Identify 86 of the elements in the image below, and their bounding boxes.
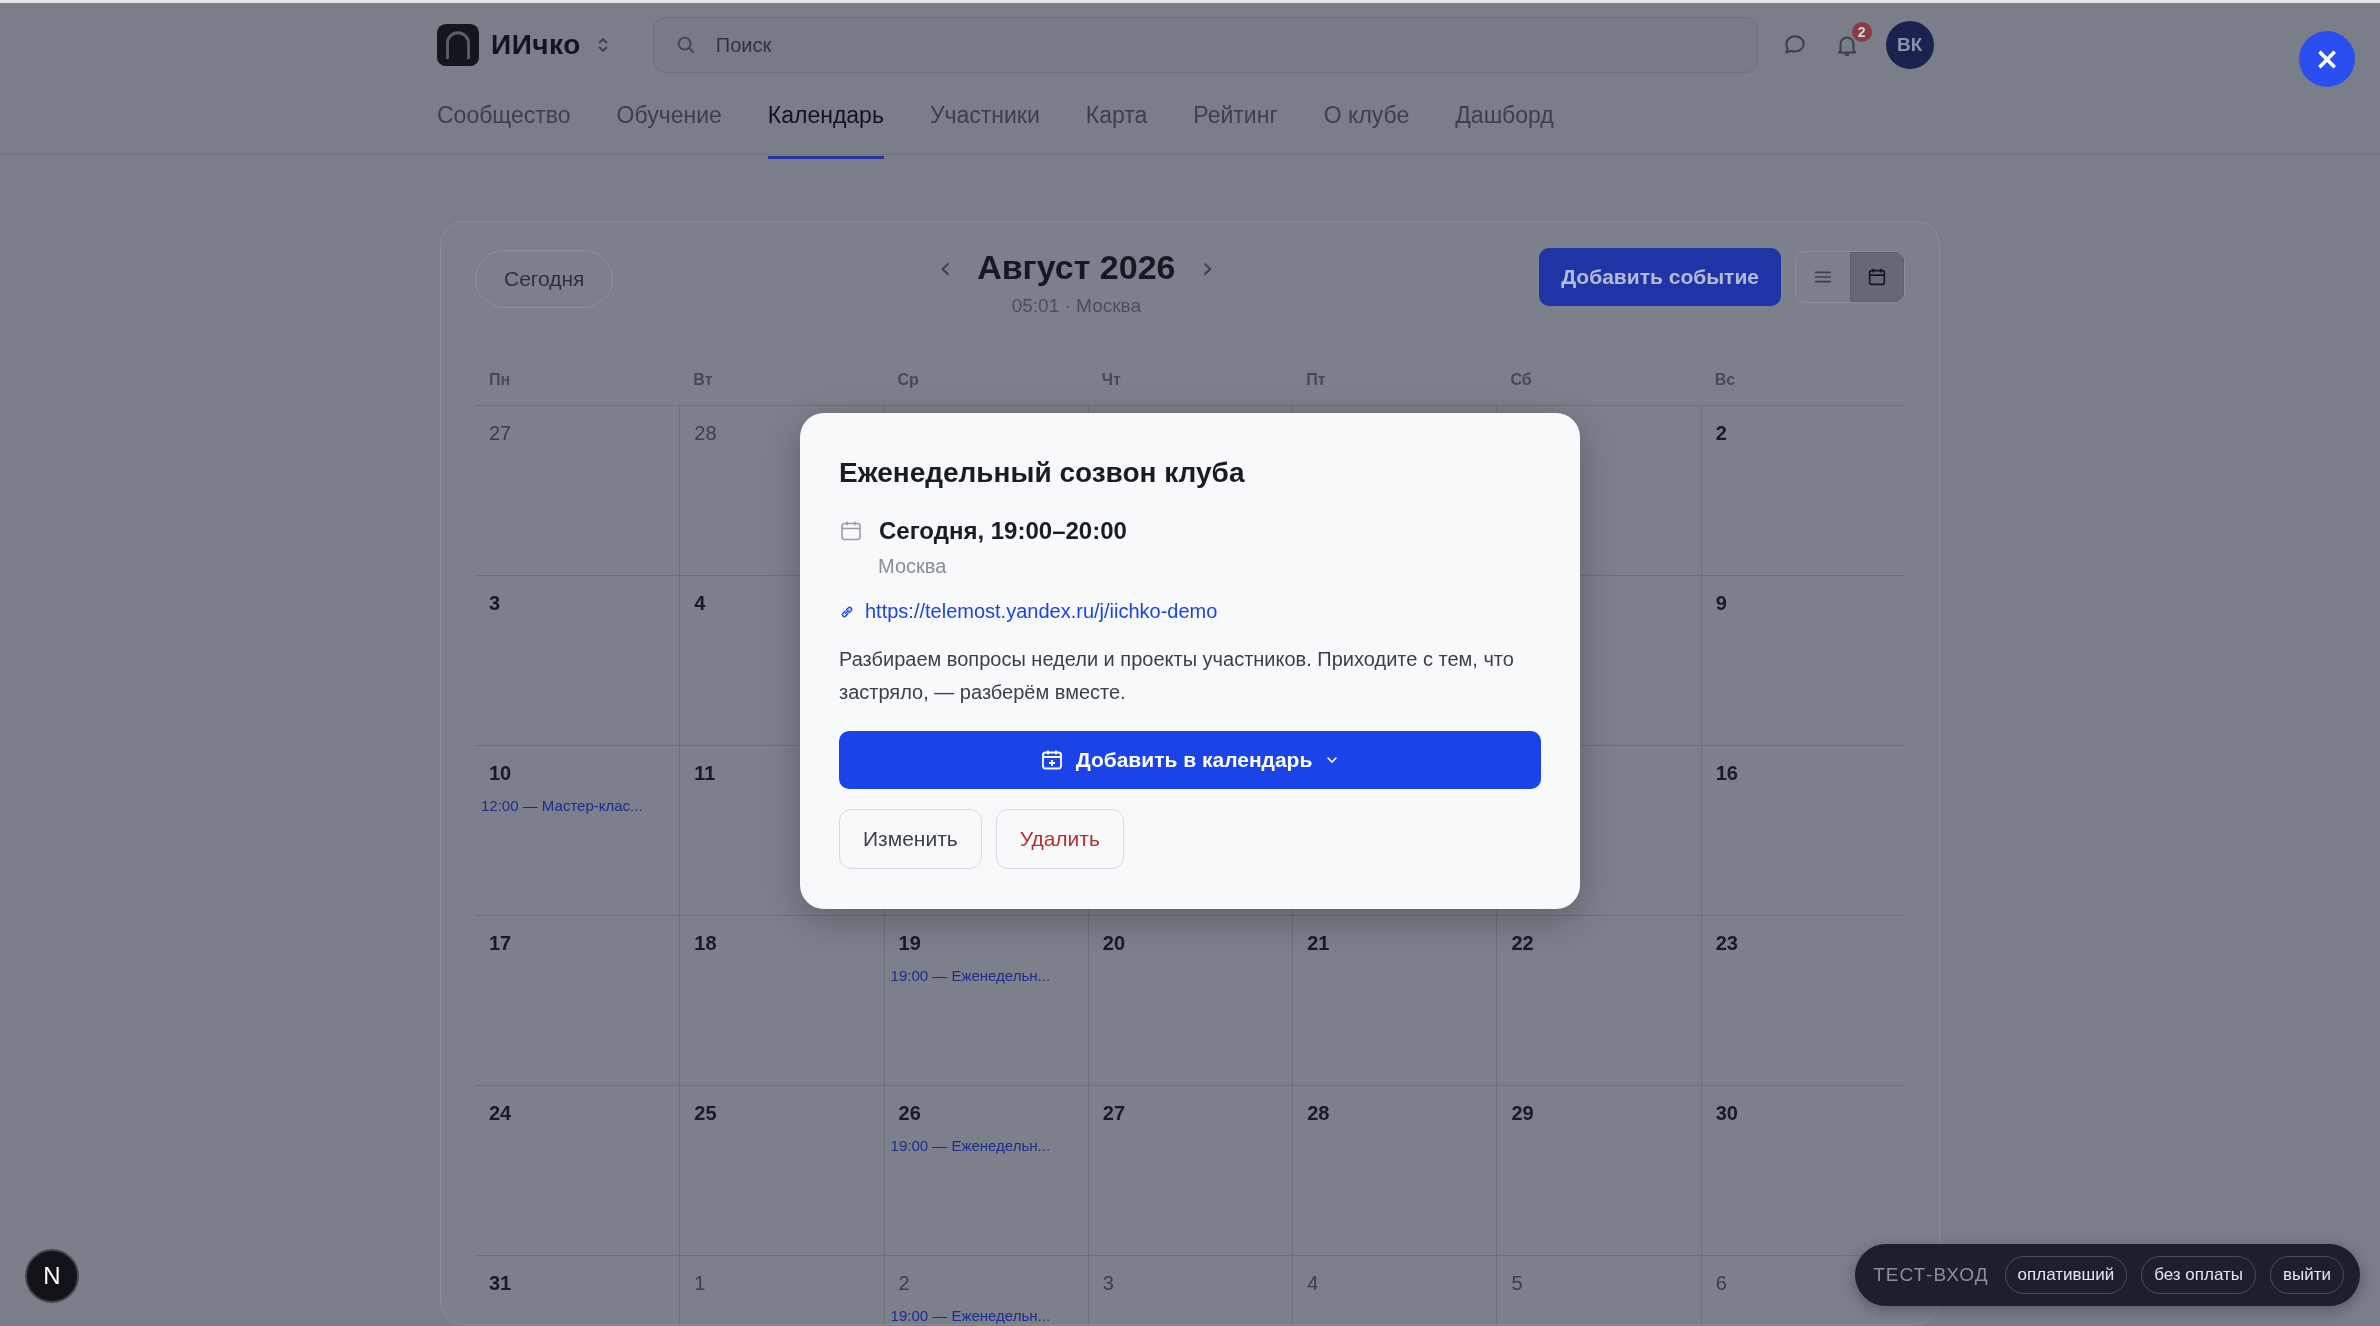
- day-number: 10: [489, 762, 512, 785]
- day-cell[interactable]: 3: [1087, 1256, 1293, 1324]
- day-cell[interactable]: 4: [1292, 1256, 1497, 1324]
- day-number: 25: [694, 1102, 717, 1125]
- day-cell[interactable]: 31: [475, 1256, 680, 1324]
- day-number: 28: [694, 422, 717, 445]
- logo-icon: [437, 24, 479, 66]
- delete-button[interactable]: Удалить: [995, 809, 1124, 869]
- day-number: 9: [1715, 592, 1727, 615]
- edit-button[interactable]: Изменить: [839, 809, 982, 869]
- day-cell[interactable]: 20: [1087, 916, 1293, 1086]
- day-number: 19: [898, 932, 921, 955]
- event-entry[interactable]: 12:00 — Мастер-клас...: [481, 797, 643, 814]
- day-cell[interactable]: 29: [1496, 1086, 1701, 1256]
- test-login-label: ТЕСТ-ВХОД: [1873, 1264, 1989, 1286]
- day-number: 4: [694, 592, 706, 615]
- search-field[interactable]: Поиск: [652, 17, 1758, 73]
- user-avatar[interactable]: ВК: [1885, 21, 1934, 69]
- nav-tab[interactable]: Календарь: [767, 91, 884, 159]
- event-entry[interactable]: 19:00 — Еженедельн...: [890, 1137, 1051, 1154]
- day-cell[interactable]: 16: [1700, 746, 1905, 916]
- day-cell[interactable]: 22: [1496, 916, 1701, 1086]
- day-number: 17: [489, 932, 512, 955]
- month-title: Август 2026: [977, 248, 1176, 287]
- dev-tools-button[interactable]: N: [25, 1249, 79, 1303]
- nav-tab[interactable]: Обучение: [616, 91, 722, 159]
- nav-tab[interactable]: Рейтинг: [1193, 91, 1278, 159]
- day-cell[interactable]: 3: [475, 576, 680, 746]
- previous-month-button[interactable]: ‹: [935, 250, 956, 285]
- day-number: 2: [898, 1272, 910, 1295]
- day-number: 23: [1715, 932, 1738, 955]
- day-cell[interactable]: 27: [475, 406, 680, 576]
- calendar-icon: [1866, 266, 1888, 288]
- day-number: 6: [1715, 1272, 1727, 1295]
- app-name[interactable]: ИИчко: [491, 29, 581, 61]
- day-number: 20: [1102, 932, 1126, 955]
- day-number: 29: [1511, 1102, 1534, 1125]
- month-view-button[interactable]: [1850, 252, 1904, 302]
- day-cell[interactable]: 10 12:00 — Мастер-клас...: [475, 746, 680, 916]
- day-number: 22: [1511, 932, 1534, 955]
- event-entry[interactable]: 19:00 — Еженедельн...: [890, 1307, 1051, 1324]
- calendar-icon: [839, 519, 863, 543]
- day-number: 3: [1102, 1272, 1114, 1295]
- day-number: 3: [489, 592, 501, 615]
- day-number: 16: [1715, 762, 1738, 785]
- calendar-plus-icon: [1039, 748, 1064, 772]
- day-cell[interactable]: 21: [1292, 916, 1497, 1086]
- event-entry[interactable]: 19:00 — Еженедельн...: [890, 967, 1051, 984]
- add-event-button[interactable]: Добавить событие: [1539, 248, 1781, 306]
- day-number: 24: [489, 1102, 512, 1125]
- close-button[interactable]: ×: [2299, 31, 2355, 87]
- nav-tab[interactable]: Сообщество: [437, 91, 571, 159]
- day-number: 5: [1511, 1272, 1523, 1295]
- day-number: 28: [1307, 1102, 1330, 1125]
- day-cell[interactable]: 19 19:00 — Еженедельн...: [883, 916, 1088, 1086]
- day-number: 27: [1102, 1102, 1126, 1125]
- next-month-button[interactable]: ›: [1197, 250, 1218, 285]
- day-number: 27: [489, 422, 512, 445]
- day-cell[interactable]: 23: [1700, 916, 1905, 1086]
- day-cell[interactable]: 26 19:00 — Еженедельн...: [883, 1086, 1088, 1256]
- nav-tab[interactable]: О клубе: [1323, 91, 1410, 159]
- day-number: 18: [694, 932, 717, 955]
- day-cell[interactable]: 2 19:00 — Еженедельн...: [883, 1256, 1088, 1324]
- nav-tab[interactable]: Дашборд: [1455, 91, 1554, 159]
- day-number: 4: [1307, 1272, 1319, 1295]
- day-number: 26: [898, 1102, 921, 1125]
- add-to-calendar-button[interactable]: Добавить в календарь: [839, 731, 1541, 789]
- day-cell[interactable]: 2: [1700, 406, 1905, 576]
- day-cell[interactable]: 1: [679, 1256, 884, 1324]
- day-cell[interactable]: 28: [1292, 1086, 1497, 1256]
- day-cell[interactable]: 5: [1496, 1256, 1701, 1324]
- notification-count: 2: [1851, 22, 1872, 42]
- nav-tab[interactable]: Участники: [929, 91, 1040, 159]
- day-number: 2: [1715, 422, 1727, 445]
- day-cell[interactable]: 27: [1087, 1086, 1293, 1256]
- day-number: 21: [1307, 932, 1330, 955]
- day-cell[interactable]: 17: [475, 916, 680, 1086]
- day-cell[interactable]: 18: [679, 916, 884, 1086]
- day-number: 30: [1715, 1102, 1738, 1125]
- day-cell[interactable]: 24: [475, 1086, 680, 1256]
- day-number: 1: [694, 1272, 706, 1295]
- day-number: 31: [489, 1272, 512, 1295]
- nav-tab[interactable]: Карта: [1085, 91, 1148, 159]
- day-number: 11: [694, 762, 716, 785]
- day-cell[interactable]: 9: [1700, 576, 1905, 746]
- day-cell[interactable]: 25: [679, 1086, 884, 1256]
